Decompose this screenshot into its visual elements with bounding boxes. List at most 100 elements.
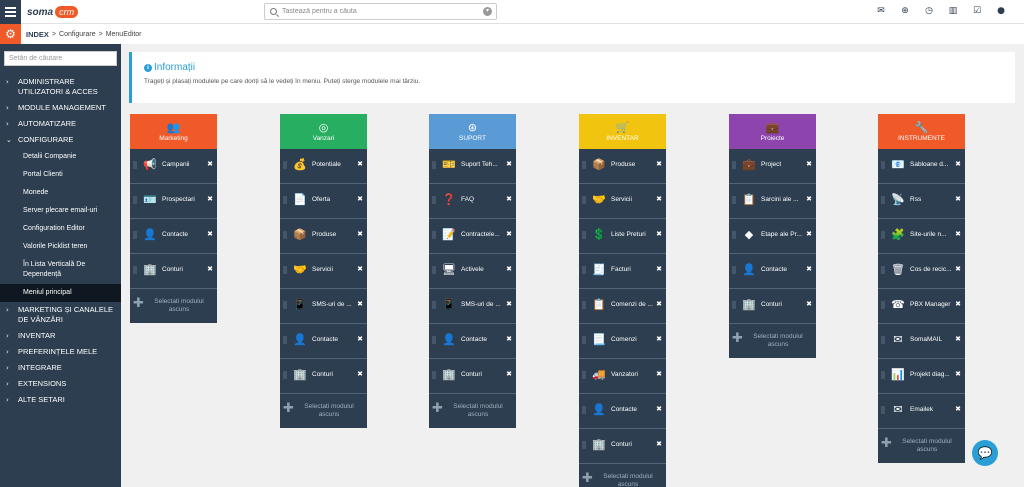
module-item[interactable]: ✉ Emailek ✖ <box>878 394 965 429</box>
drag-handle-icon[interactable] <box>283 371 287 379</box>
remove-icon[interactable]: ✖ <box>207 160 213 168</box>
gear-icon[interactable]: ⚙ <box>0 24 21 44</box>
drag-handle-icon[interactable] <box>133 196 137 204</box>
drag-handle-icon[interactable] <box>732 266 736 274</box>
remove-icon[interactable]: ✖ <box>506 370 512 378</box>
search-input[interactable] <box>282 6 482 17</box>
drag-handle-icon[interactable] <box>432 196 436 204</box>
drag-handle-icon[interactable] <box>582 406 586 414</box>
remove-icon[interactable]: ✖ <box>955 370 961 378</box>
module-item[interactable]: 📋 Comenzi de ... ✖ <box>579 289 666 324</box>
drag-handle-icon[interactable] <box>432 336 436 344</box>
remove-icon[interactable]: ✖ <box>506 265 512 273</box>
module-item[interactable]: 📢 Campanii ✖ <box>130 149 217 184</box>
remove-icon[interactable]: ✖ <box>656 440 662 448</box>
drag-handle-icon[interactable] <box>283 266 287 274</box>
drag-handle-icon[interactable] <box>432 266 436 274</box>
drag-handle-icon[interactable] <box>432 231 436 239</box>
breadcrumb-index[interactable]: INDEX <box>26 30 49 39</box>
module-item[interactable]: 📱 SMS-uri de ... ✖ <box>280 289 367 324</box>
module-item[interactable]: 🪪 Prospectari ✖ <box>130 184 217 219</box>
remove-icon[interactable]: ✖ <box>506 160 512 168</box>
drag-handle-icon[interactable] <box>283 196 287 204</box>
drag-handle-icon[interactable] <box>582 336 586 344</box>
drag-handle-icon[interactable] <box>582 371 586 379</box>
remove-icon[interactable]: ✖ <box>207 195 213 203</box>
module-item[interactable]: 📋 Sarcini ale ... ✖ <box>729 184 816 219</box>
checkbox-icon[interactable]: ☑ <box>972 6 982 16</box>
remove-icon[interactable]: ✖ <box>955 195 961 203</box>
remove-icon[interactable]: ✖ <box>806 160 812 168</box>
remove-icon[interactable]: ✖ <box>357 265 363 273</box>
module-item[interactable]: 🖥 Activele ✖ <box>429 254 516 289</box>
remove-icon[interactable]: ✖ <box>656 195 662 203</box>
sidebar-subitem[interactable]: În Lista Verticală De Dependență <box>0 256 121 284</box>
sidebar-menu-item[interactable]: › ALTE SETARI <box>0 392 121 408</box>
sidebar-menu-item[interactable]: › INTEGRARE <box>0 360 121 376</box>
module-item[interactable]: 🗑 Cos de recic... ✖ <box>878 254 965 289</box>
remove-icon[interactable]: ✖ <box>656 335 662 343</box>
settings-search-input[interactable] <box>5 52 116 65</box>
sidebar-menu-item[interactable]: › ADMINISTRARE UTILIZATORI & ACCES <box>0 74 121 100</box>
module-item[interactable]: 👤 Contacte ✖ <box>729 254 816 289</box>
hamburger-menu-icon[interactable] <box>0 0 21 24</box>
module-item[interactable]: ◆ Etape ale Pr... ✖ <box>729 219 816 254</box>
module-item[interactable]: 🤝 Servicii ✖ <box>280 254 367 289</box>
module-item[interactable]: 💲 Liste Preturi ✖ <box>579 219 666 254</box>
chevron-down-icon[interactable]: ▾ <box>483 7 492 16</box>
sidebar-subitem[interactable]: Configuration Editor <box>0 220 121 238</box>
remove-icon[interactable]: ✖ <box>207 265 213 273</box>
module-item[interactable]: 👤 Contacte ✖ <box>130 219 217 254</box>
drag-handle-icon[interactable] <box>582 266 586 274</box>
module-item[interactable]: 🏢 Conturi ✖ <box>130 254 217 289</box>
module-item[interactable]: 👤 Contacte ✖ <box>280 324 367 359</box>
bar-chart-icon[interactable]: ▥ <box>948 6 958 16</box>
module-item[interactable]: 💼 Project ✖ <box>729 149 816 184</box>
remove-icon[interactable]: ✖ <box>357 230 363 238</box>
drag-handle-icon[interactable] <box>732 196 736 204</box>
drag-handle-icon[interactable] <box>881 301 885 309</box>
module-item[interactable]: 📧 Sabloane d... ✖ <box>878 149 965 184</box>
select-hidden-module-button[interactable]: ✚ Selectati modulul ascuns <box>429 394 516 428</box>
drag-handle-icon[interactable] <box>283 161 287 169</box>
drag-handle-icon[interactable] <box>582 441 586 449</box>
remove-icon[interactable]: ✖ <box>955 335 961 343</box>
drag-handle-icon[interactable] <box>881 196 885 204</box>
module-item[interactable]: 🏢 Conturi ✖ <box>729 289 816 324</box>
sidebar-subitem[interactable]: Detalii Companie <box>0 148 121 166</box>
remove-icon[interactable]: ✖ <box>656 160 662 168</box>
remove-icon[interactable]: ✖ <box>656 405 662 413</box>
remove-icon[interactable]: ✖ <box>506 300 512 308</box>
module-item[interactable]: 🏢 Conturi ✖ <box>429 359 516 394</box>
chat-icon[interactable]: 💬 <box>972 440 998 466</box>
drag-handle-icon[interactable] <box>732 231 736 239</box>
remove-icon[interactable]: ✖ <box>357 195 363 203</box>
module-item[interactable]: 📦 Produse ✖ <box>579 149 666 184</box>
drag-handle-icon[interactable] <box>881 161 885 169</box>
module-item[interactable]: 📱 SMS-uri de ... ✖ <box>429 289 516 324</box>
remove-icon[interactable]: ✖ <box>207 230 213 238</box>
select-hidden-module-button[interactable]: ✚ Selectati modulul ascuns <box>579 464 666 487</box>
module-item[interactable]: 📦 Produse ✖ <box>280 219 367 254</box>
drag-handle-icon[interactable] <box>881 266 885 274</box>
module-item[interactable]: 📡 Rss ✖ <box>878 184 965 219</box>
remove-icon[interactable]: ✖ <box>955 405 961 413</box>
remove-icon[interactable]: ✖ <box>806 230 812 238</box>
sidebar-menu-item[interactable]: › MODULE MANAGEMENT <box>0 100 121 116</box>
sidebar-subitem[interactable]: Server plecare email-uri <box>0 202 121 220</box>
drag-handle-icon[interactable] <box>432 371 436 379</box>
sidebar-menu-item[interactable]: ⌄ CONFIGURARE <box>0 132 121 148</box>
drag-handle-icon[interactable] <box>881 406 885 414</box>
remove-icon[interactable]: ✖ <box>656 300 662 308</box>
drag-handle-icon[interactable] <box>582 301 586 309</box>
logo[interactable]: soma crm <box>27 5 79 19</box>
module-item[interactable]: ❓ FAQ ✖ <box>429 184 516 219</box>
drag-handle-icon[interactable] <box>732 161 736 169</box>
remove-icon[interactable]: ✖ <box>955 300 961 308</box>
drag-handle-icon[interactable] <box>881 336 885 344</box>
remove-icon[interactable]: ✖ <box>357 335 363 343</box>
module-item[interactable]: 💰 Potentiale ✖ <box>280 149 367 184</box>
module-item[interactable]: 🎫 Suport Teh... ✖ <box>429 149 516 184</box>
drag-handle-icon[interactable] <box>133 231 137 239</box>
plus-circle-icon[interactable]: ⊕ <box>900 6 910 16</box>
